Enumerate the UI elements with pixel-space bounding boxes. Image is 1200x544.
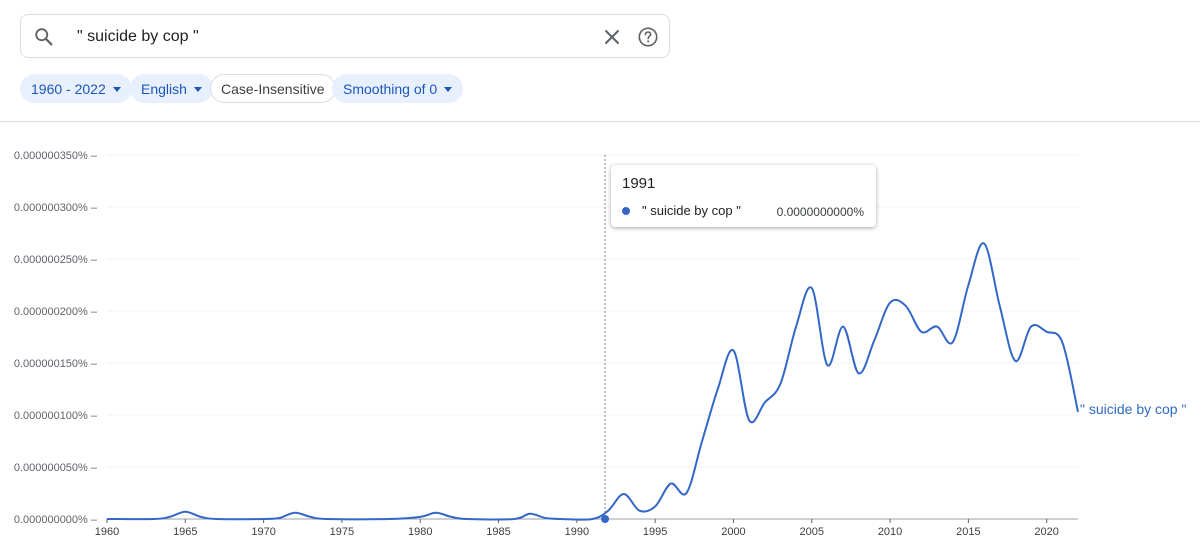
x-tick-label: 2015 xyxy=(956,526,980,538)
tooltip-value: 0.0000000000% xyxy=(776,205,864,219)
tooltip-series-name: " suicide by cop " xyxy=(642,203,741,218)
search-box[interactable] xyxy=(20,14,670,58)
x-tick-label: 1960 xyxy=(95,526,119,538)
y-axis: 0.000000000% – 0.000000050% – 0.000000100%… xyxy=(14,150,98,526)
corpus-dropdown[interactable]: English xyxy=(130,74,213,103)
tooltip-year: 1991 xyxy=(622,175,656,192)
x-axis: 1960 1965 1970 1975 1980 1985 1990 1995 2000 2005… xyxy=(95,519,1059,538)
x-tick-label: 1965 xyxy=(173,526,197,538)
y-tick-label: 0.000000050% – xyxy=(14,462,98,474)
hover-point xyxy=(601,515,610,523)
smoothing-label: Smoothing of 0 xyxy=(343,80,438,97)
chevron-down-icon xyxy=(193,87,202,92)
search-icon[interactable] xyxy=(33,26,55,48)
y-tick-label: 0.000000300% – xyxy=(14,202,98,214)
x-tick-label: 1985 xyxy=(486,526,510,538)
corpus-label: English xyxy=(141,80,187,97)
x-tick-label: 1970 xyxy=(251,526,275,538)
year-range-label: 1960 - 2022 xyxy=(31,80,106,97)
y-tick-label: 0.000000150% – xyxy=(14,358,98,370)
x-tick-label: 2010 xyxy=(878,526,902,538)
y-tick-label: 0.000000350% – xyxy=(14,150,98,162)
year-range-dropdown[interactable]: 1960 - 2022 xyxy=(20,74,132,103)
series-label[interactable]: " suicide by cop " xyxy=(1080,401,1186,417)
y-tick-label: 0.000000200% – xyxy=(14,306,98,318)
smoothing-dropdown[interactable]: Smoothing of 0 xyxy=(332,74,464,103)
chart-tooltip: 1991 " suicide by cop " 0.0000000000% xyxy=(611,165,876,227)
help-icon[interactable] xyxy=(637,26,659,48)
x-tick-label: 1980 xyxy=(408,526,432,538)
chart-grid xyxy=(107,154,1078,520)
series-line[interactable] xyxy=(106,242,1079,521)
case-insensitive-toggle[interactable]: Case-Insensitive xyxy=(210,74,336,103)
x-tick-label: 2020 xyxy=(1034,526,1058,538)
x-tick-label: 1975 xyxy=(330,526,354,538)
y-tick-label: 0.000000100% – xyxy=(14,410,98,422)
tooltip-series-dot xyxy=(622,207,630,215)
close-icon[interactable] xyxy=(602,27,622,47)
x-tick-label: 2000 xyxy=(721,526,745,538)
y-tick-label: 0.000000250% – xyxy=(14,254,98,266)
x-tick-label: 2005 xyxy=(800,526,824,538)
x-tick-label: 1995 xyxy=(643,526,667,538)
chevron-down-icon xyxy=(112,87,121,92)
ngram-chart[interactable]: 0.000000000% – 0.000000050% – 0.000000100%… xyxy=(0,122,1200,544)
search-input[interactable] xyxy=(77,25,577,49)
x-tick-label: 1990 xyxy=(565,526,589,538)
y-tick-label: 0.000000000% – xyxy=(14,514,98,526)
chevron-down-icon xyxy=(444,87,453,92)
case-label: Case-Insensitive xyxy=(221,80,325,97)
